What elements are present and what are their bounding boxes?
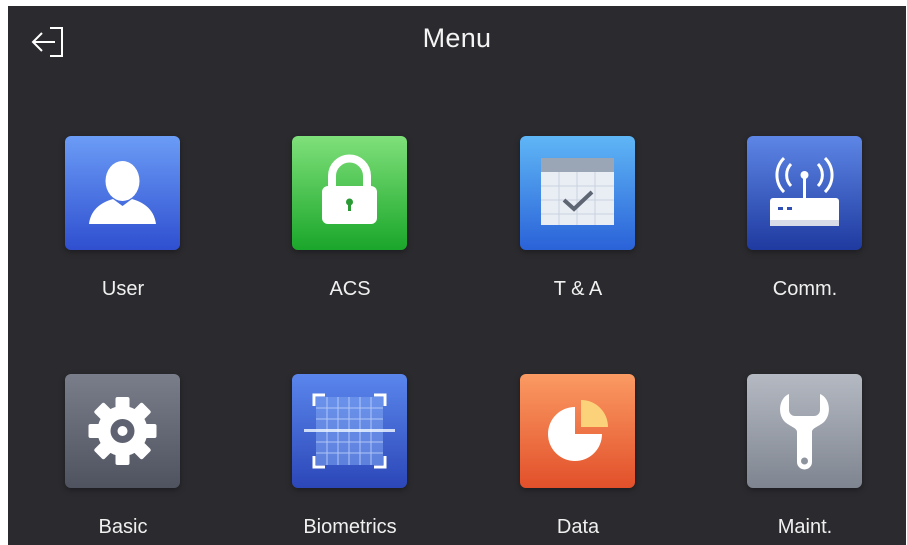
user-icon xyxy=(65,136,180,250)
page-title: Menu xyxy=(422,23,492,53)
menu-item-label: Data xyxy=(556,516,600,538)
wrench-icon xyxy=(747,374,862,488)
gear-icon xyxy=(65,374,180,488)
menu-item-data[interactable]: Data xyxy=(498,374,658,545)
menu-item-user[interactable]: User xyxy=(43,136,203,326)
menu-item-label: User xyxy=(101,278,145,300)
menu-item-basic[interactable]: Basic xyxy=(43,374,203,545)
menu-item-comm[interactable]: Comm. xyxy=(725,136,885,326)
menu-item-label: Maint. xyxy=(777,516,833,538)
router-signal-icon xyxy=(747,136,862,250)
menu-item-biometrics[interactable]: Biometrics xyxy=(270,374,430,545)
menu-item-label: ACS xyxy=(329,278,371,300)
menu-item-label: Biometrics xyxy=(303,516,397,538)
padlock-icon xyxy=(292,136,407,250)
menu-item-maint[interactable]: Maint. xyxy=(725,374,885,545)
menu-item-label: T & A xyxy=(553,278,603,300)
menu-item-ta[interactable]: T & A xyxy=(498,136,658,326)
face-scan-icon xyxy=(292,374,407,488)
pie-chart-icon xyxy=(520,374,635,488)
menu-item-acs[interactable]: ACS xyxy=(270,136,430,326)
menu-screen: Menu User ACS T & A Comm. Basic Biometri… xyxy=(8,6,906,545)
menu-item-label: Basic xyxy=(98,516,148,538)
calendar-check-icon xyxy=(520,136,635,250)
menu-item-label: Comm. xyxy=(772,278,838,300)
